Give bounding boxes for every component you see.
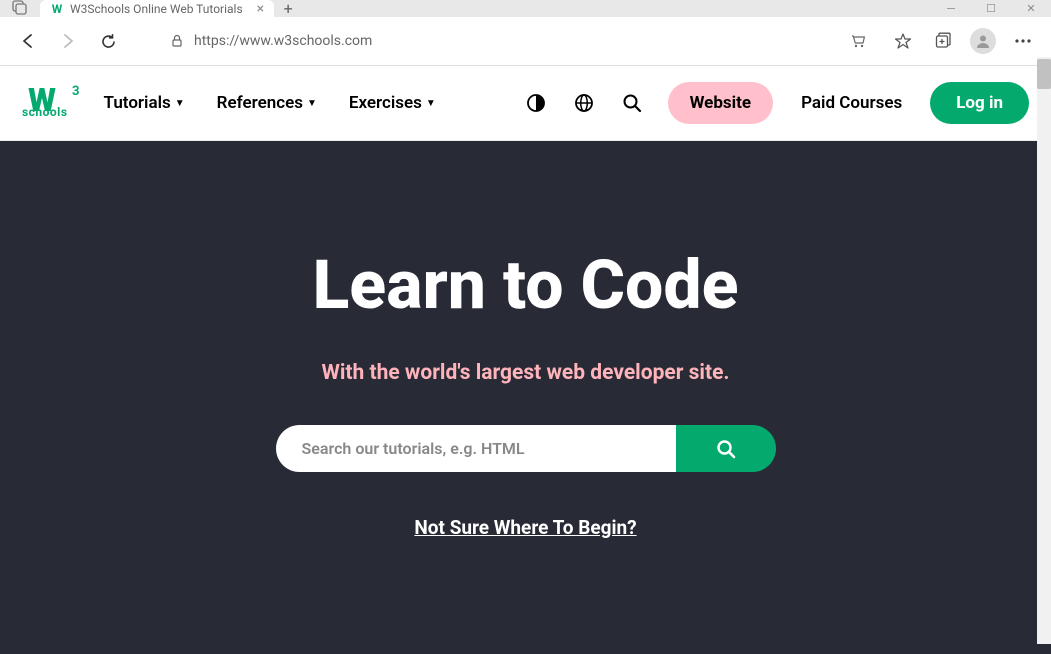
search-container: [276, 425, 776, 472]
shopping-icon[interactable]: [850, 33, 867, 50]
nav-exercises[interactable]: Exercises ▼: [335, 85, 450, 121]
window-controls: ─ ☐ ✕: [931, 0, 1051, 17]
tab-close-icon[interactable]: ×: [257, 1, 264, 17]
hero-title: Learn to Code: [312, 245, 738, 325]
back-button[interactable]: [12, 25, 44, 57]
site-header: W3 schools Tutorials ▼ References ▼ Exer…: [0, 66, 1051, 141]
nav-exercises-label: Exercises: [349, 93, 422, 113]
more-icon[interactable]: [1007, 25, 1039, 57]
theme-toggle[interactable]: [518, 85, 554, 121]
hero-subtitle: With the world's largest web developer s…: [321, 361, 729, 385]
website-button[interactable]: Website: [668, 82, 774, 124]
scrollbar[interactable]: [1037, 57, 1051, 644]
collections-icon[interactable]: [927, 25, 959, 57]
maximize-icon[interactable]: ☐: [971, 0, 1011, 17]
search-icon: [716, 439, 736, 459]
tab-bar: W W3Schools Online Web Tutorials × + ─ ☐…: [0, 0, 1051, 17]
caret-down-icon: ▼: [175, 98, 185, 109]
browser-chrome: W W3Schools Online Web Tutorials × + ─ ☐…: [0, 0, 1051, 66]
new-tab-button[interactable]: +: [274, 0, 302, 17]
search-button[interactable]: [676, 425, 776, 472]
search-input[interactable]: [276, 425, 676, 472]
tab-overview-icon[interactable]: [12, 0, 27, 15]
profile-avatar[interactable]: [967, 25, 999, 57]
nav-tutorials-label: Tutorials: [104, 93, 171, 113]
tab-title: W3Schools Online Web Tutorials: [70, 2, 243, 16]
nav-tutorials[interactable]: Tutorials ▼: [90, 85, 199, 121]
favicon-icon: W: [50, 2, 64, 16]
close-window-icon[interactable]: ✕: [1011, 0, 1051, 17]
forward-button: [52, 25, 84, 57]
url-text: https://www.w3schools.com: [194, 33, 840, 49]
begin-link[interactable]: Not Sure Where To Begin?: [414, 516, 636, 539]
nav-references-label: References: [217, 93, 303, 113]
login-button[interactable]: Log in: [930, 82, 1029, 124]
lock-icon: [170, 34, 184, 48]
globe-icon[interactable]: [566, 85, 602, 121]
browser-tab[interactable]: W W3Schools Online Web Tutorials ×: [40, 0, 274, 17]
nav-references[interactable]: References ▼: [203, 85, 331, 121]
hero-section: Learn to Code With the world's largest w…: [0, 141, 1051, 654]
reload-button[interactable]: [92, 25, 124, 57]
browser-toolbar: https://www.w3schools.com: [0, 17, 1051, 66]
scroll-thumb[interactable]: [1037, 59, 1051, 89]
paid-courses-link[interactable]: Paid Courses: [787, 85, 916, 121]
minimize-icon[interactable]: ─: [931, 0, 971, 17]
header-search-icon[interactable]: [614, 85, 650, 121]
logo[interactable]: W3 schools: [22, 87, 68, 119]
favorites-icon[interactable]: [887, 25, 919, 57]
caret-down-icon: ▼: [426, 98, 436, 109]
caret-down-icon: ▼: [307, 98, 317, 109]
address-bar[interactable]: https://www.w3schools.com: [158, 25, 879, 57]
